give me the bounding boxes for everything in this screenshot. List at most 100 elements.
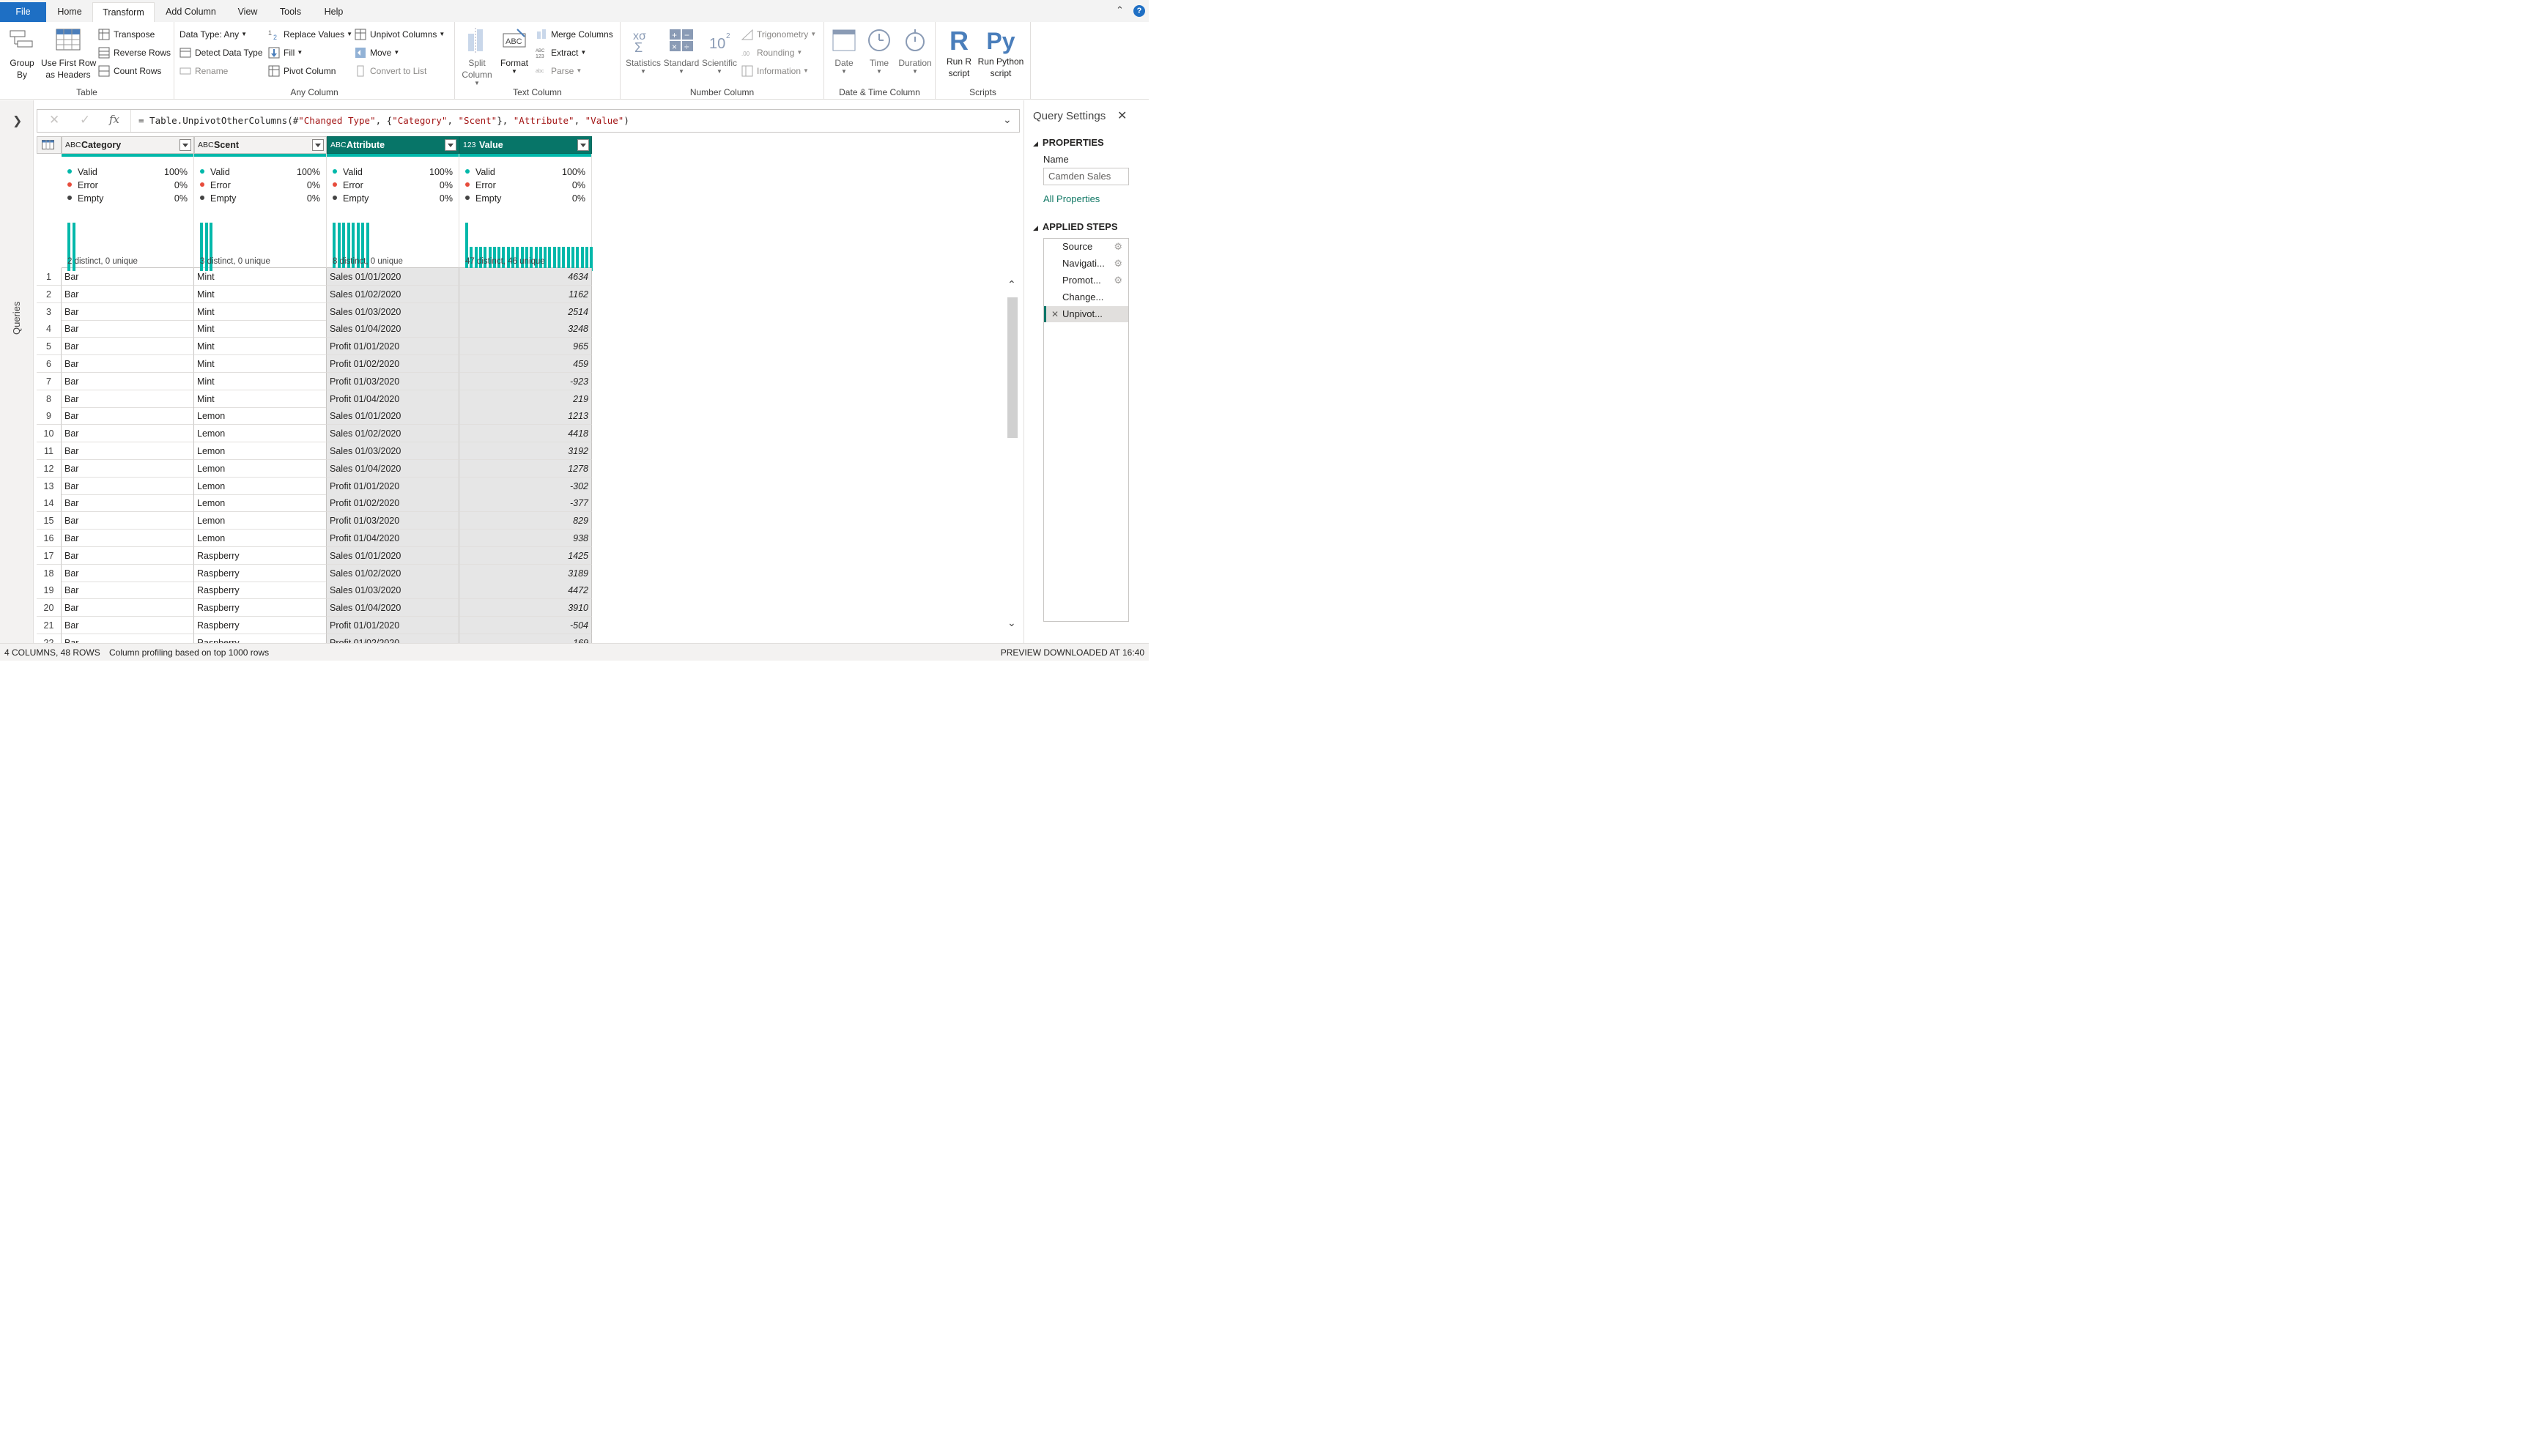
standard-button[interactable]: + − × ÷ Standard ▼: [662, 28, 701, 75]
table-cell[interactable]: Bar: [62, 355, 194, 373]
format-button[interactable]: ABC Format ▼: [499, 28, 530, 75]
table-cell[interactable]: 1162: [459, 285, 592, 303]
table-cell[interactable]: Profit 01/02/2020: [327, 494, 459, 513]
group-by-button[interactable]: Group By: [4, 28, 40, 81]
statistics-button[interactable]: xσ Σ Statistics ▼: [623, 28, 663, 75]
extract-button[interactable]: ABC 123 Extract ▼: [536, 45, 586, 61]
parse-button[interactable]: abc Parse ▼: [536, 63, 582, 79]
table-cell[interactable]: Mint: [194, 372, 327, 390]
fx-icon[interactable]: fx: [109, 113, 119, 126]
table-cell[interactable]: 1278: [459, 459, 592, 478]
tab-view[interactable]: View: [226, 2, 269, 22]
scroll-up-icon[interactable]: ⌃: [1007, 278, 1016, 291]
table-cell[interactable]: Bar: [62, 617, 194, 634]
table-cell[interactable]: Bar: [62, 494, 194, 513]
table-cell[interactable]: 965: [459, 338, 592, 356]
table-cell[interactable]: -377: [459, 494, 592, 513]
table-cell[interactable]: Raspberry: [194, 599, 327, 617]
delete-step-icon[interactable]: ✕: [1051, 306, 1059, 322]
close-icon[interactable]: ✕: [1117, 108, 1127, 123]
table-cell[interactable]: Raspberry: [194, 582, 327, 600]
transpose-button[interactable]: Transpose: [98, 26, 155, 42]
type-icon[interactable]: ABC: [198, 137, 214, 153]
table-cell[interactable]: Sales 01/04/2020: [327, 599, 459, 617]
queries-label[interactable]: Queries: [11, 301, 22, 335]
applied-step[interactable]: Promot... ⚙: [1044, 272, 1128, 289]
table-cell[interactable]: Bar: [62, 530, 194, 547]
type-icon[interactable]: ABC: [330, 137, 347, 153]
table-cell[interactable]: Bar: [62, 285, 194, 303]
row-number[interactable]: 15: [37, 512, 62, 530]
table-cell[interactable]: Profit 01/01/2020: [327, 338, 459, 356]
data-type-dropdown[interactable]: Data Type: Any ▼: [179, 26, 247, 42]
table-cell[interactable]: -923: [459, 372, 592, 390]
collapse-ribbon-icon[interactable]: ⌃: [1116, 4, 1124, 16]
row-number[interactable]: 13: [37, 477, 62, 495]
scrollbar-thumb[interactable]: [1007, 297, 1018, 438]
table-cell[interactable]: Profit 01/02/2020: [327, 634, 459, 643]
table-cell[interactable]: Mint: [194, 268, 327, 286]
row-number[interactable]: 17: [37, 546, 62, 565]
merge-columns-button[interactable]: Merge Columns: [536, 26, 613, 42]
expand-formula-icon[interactable]: ⌄: [1003, 114, 1012, 126]
gear-icon[interactable]: ⚙: [1114, 256, 1122, 272]
time-button[interactable]: Time ▼: [862, 28, 896, 75]
table-cell[interactable]: Bar: [62, 477, 194, 495]
row-number[interactable]: 21: [37, 617, 62, 634]
row-number[interactable]: 8: [37, 390, 62, 408]
table-cell[interactable]: Lemon: [194, 407, 327, 426]
table-cell[interactable]: Mint: [194, 320, 327, 338]
table-cell[interactable]: 938: [459, 530, 592, 547]
table-cell[interactable]: Bar: [62, 390, 194, 408]
tab-help[interactable]: Help: [314, 2, 354, 22]
table-cell[interactable]: 4472: [459, 582, 592, 600]
expand-queries-icon[interactable]: ❯: [12, 114, 22, 128]
formula-input[interactable]: = Table.UnpivotOtherColumns(#"Changed Ty…: [138, 115, 629, 126]
table-cell[interactable]: Bar: [62, 582, 194, 600]
table-cell[interactable]: 4418: [459, 425, 592, 443]
gear-icon[interactable]: ⚙: [1114, 272, 1122, 289]
type-icon[interactable]: 123: [463, 137, 476, 153]
table-cell[interactable]: Sales 01/03/2020: [327, 302, 459, 321]
table-cell[interactable]: 1213: [459, 407, 592, 426]
table-menu-button[interactable]: [37, 136, 62, 154]
table-cell[interactable]: Bar: [62, 268, 194, 286]
move-button[interactable]: Move ▼: [355, 45, 399, 61]
tab-add-column[interactable]: Add Column: [157, 2, 225, 22]
table-cell[interactable]: -302: [459, 477, 592, 495]
table-cell[interactable]: Lemon: [194, 512, 327, 530]
table-cell[interactable]: Bar: [62, 425, 194, 443]
table-cell[interactable]: Lemon: [194, 530, 327, 547]
row-number[interactable]: 4: [37, 320, 62, 338]
row-number[interactable]: 12: [37, 459, 62, 478]
type-icon[interactable]: ABC: [65, 137, 81, 153]
table-cell[interactable]: 829: [459, 512, 592, 530]
row-number[interactable]: 11: [37, 442, 62, 460]
table-cell[interactable]: 459: [459, 355, 592, 373]
table-cell[interactable]: Sales 01/02/2020: [327, 285, 459, 303]
scroll-down-icon[interactable]: ⌄: [1007, 617, 1016, 629]
table-cell[interactable]: 2514: [459, 302, 592, 321]
rename-button[interactable]: Rename: [179, 63, 228, 79]
table-cell[interactable]: Bar: [62, 459, 194, 478]
table-cell[interactable]: 3189: [459, 564, 592, 582]
convert-to-list-button[interactable]: Convert to List: [355, 63, 426, 79]
replace-values-button[interactable]: 12 Replace Values ▼: [268, 26, 352, 42]
table-cell[interactable]: Sales 01/03/2020: [327, 582, 459, 600]
table-cell[interactable]: Sales 01/02/2020: [327, 425, 459, 443]
column-header-attribute[interactable]: ABC Attribute: [327, 136, 459, 154]
applied-step[interactable]: Navigati... ⚙: [1044, 256, 1128, 272]
run-python-script-button[interactable]: Py Run Python script: [977, 28, 1025, 79]
duration-button[interactable]: Duration ▼: [896, 28, 934, 75]
query-name-input[interactable]: Camden Sales: [1043, 168, 1129, 185]
table-cell[interactable]: Raspberry: [194, 564, 327, 582]
table-cell[interactable]: Bar: [62, 338, 194, 356]
table-cell[interactable]: Sales 01/04/2020: [327, 320, 459, 338]
table-cell[interactable]: Sales 01/01/2020: [327, 407, 459, 426]
unpivot-columns-button[interactable]: Unpivot Columns ▼: [355, 26, 445, 42]
table-cell[interactable]: Profit 01/03/2020: [327, 512, 459, 530]
table-cell[interactable]: Bar: [62, 564, 194, 582]
row-number[interactable]: 9: [37, 407, 62, 426]
table-cell[interactable]: Lemon: [194, 425, 327, 443]
table-cell[interactable]: Raspberry: [194, 617, 327, 634]
